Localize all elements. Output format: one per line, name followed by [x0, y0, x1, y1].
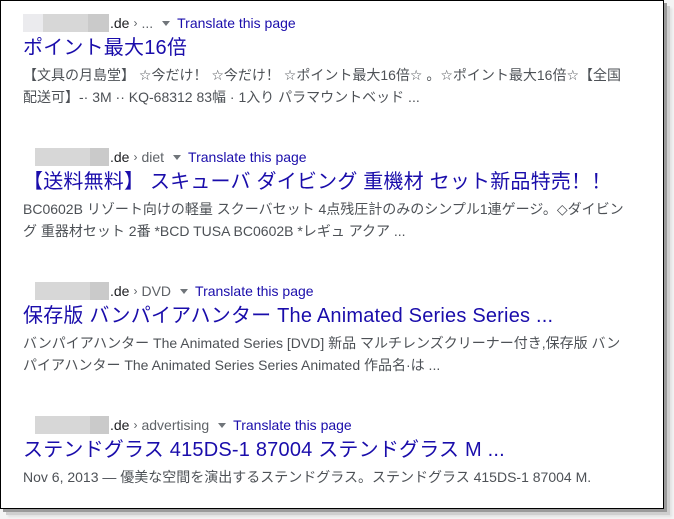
breadcrumb-path: advertising — [141, 417, 210, 433]
translate-link[interactable]: Translate this page — [233, 417, 352, 433]
breadcrumb-path: diet — [141, 149, 165, 165]
domain-suffix: .de — [110, 283, 130, 299]
breadcrumb-separator: › — [133, 150, 138, 164]
result-cite: .de › advertising Translate this page — [23, 416, 647, 434]
translate-link[interactable]: Translate this page — [195, 283, 314, 299]
result-snippet: バンパイアハンター The Animated Series [DVD] 新品 マ… — [23, 335, 621, 373]
redacted-domain — [23, 148, 109, 166]
breadcrumb-separator: › — [133, 16, 138, 30]
result-title-link[interactable]: ステンドグラス 415DS-1 87004 ステンドグラス M ... — [23, 437, 647, 463]
redacted-domain — [23, 416, 109, 434]
dropdown-arrow-icon[interactable] — [180, 288, 189, 294]
redacted-domain — [23, 14, 109, 32]
result-snippet: BC0602B リゾート向けの軽量 スクーバセット 4点残圧計のみのシンプル1連… — [23, 201, 624, 239]
dropdown-arrow-icon[interactable] — [173, 154, 182, 160]
result-snippet: 【文具の月島堂】 ☆今だけ！ ☆今だけ！ ☆ポイント最大16倍☆ 。☆ポイント最… — [23, 67, 622, 105]
breadcrumb-path: ... — [141, 15, 154, 31]
translate-link[interactable]: Translate this page — [177, 15, 296, 31]
dropdown-arrow-icon[interactable] — [218, 422, 227, 428]
result-cite: .de › diet Translate this page — [23, 148, 647, 166]
result-cite: .de › DVD Translate this page — [23, 282, 647, 300]
result-cite: .de › ... Translate this page — [23, 14, 647, 32]
breadcrumb-separator: › — [133, 418, 138, 432]
breadcrumb-path: DVD — [141, 283, 172, 299]
search-results-panel: .de › ... Translate this page ポイント最大16倍 … — [0, 0, 664, 509]
result-title-link[interactable]: 【送料無料】 スキューバ ダイビング 重機材 セット新品特売！！ — [23, 169, 647, 195]
search-result: .de › DVD Translate this page 保存版 バンパイアハ… — [23, 282, 647, 376]
search-result: .de › advertising Translate this page ステ… — [23, 416, 647, 488]
domain-suffix: .de — [110, 417, 130, 433]
search-result: .de › diet Translate this page 【送料無料】 スキ… — [23, 148, 647, 242]
redacted-domain — [23, 282, 109, 300]
result-title-link[interactable]: 保存版 バンパイアハンター The Animated Series Series… — [23, 303, 647, 329]
domain-suffix: .de — [110, 15, 130, 31]
dropdown-arrow-icon[interactable] — [162, 20, 171, 26]
breadcrumb-separator: › — [133, 284, 138, 298]
search-result: .de › ... Translate this page ポイント最大16倍 … — [23, 14, 647, 108]
translate-link[interactable]: Translate this page — [188, 149, 307, 165]
domain-suffix: .de — [110, 149, 130, 165]
result-snippet: Nov 6, 2013 — 優美な空間を演出するステンドグラス。ステンドグラス … — [23, 469, 592, 485]
result-title-link[interactable]: ポイント最大16倍 — [23, 35, 647, 61]
